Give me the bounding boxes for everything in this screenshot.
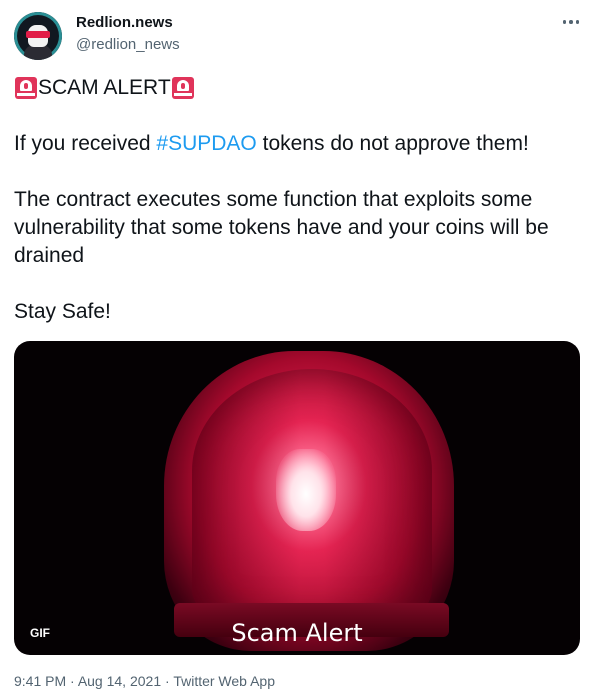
tweet-time[interactable]: 9:41 PM [14,673,66,689]
avatar[interactable] [14,12,62,60]
tweet-source[interactable]: Twitter Web App [173,673,275,689]
tweet: Redlion.news @redlion_news SCAM ALERT If… [0,0,597,698]
tweet-meta: 9:41 PM · Aug 14, 2021 · Twitter Web App [14,673,275,689]
hashtag-link[interactable]: #SUPDAO [156,132,256,155]
separator: · [161,673,174,689]
text-segment: If you received [14,132,157,155]
siren-bulb [276,449,336,531]
tweet-line-scam-alert: SCAM ALERT [14,74,584,102]
tweet-line-contract: The contract executes some function that… [14,188,549,267]
tweet-date[interactable]: Aug 14, 2021 [78,673,161,689]
siren-icon [15,77,37,99]
tweet-line-received: If you received #SUPDAO tokens do not ap… [14,130,584,158]
scam-alert-text: SCAM ALERT [38,76,171,99]
more-icon[interactable] [560,12,582,32]
siren-icon [171,77,194,99]
author-name[interactable]: Redlion.news [76,14,173,31]
author-handle[interactable]: @redlion_news [76,36,180,53]
separator: · [66,673,78,689]
gif-media[interactable]: GIF Scam Alert [14,341,580,655]
tweet-line-stay-safe: Stay Safe! [14,300,111,323]
text-segment: tokens do not approve them! [256,132,529,155]
gif-caption: Scam Alert [231,619,363,647]
